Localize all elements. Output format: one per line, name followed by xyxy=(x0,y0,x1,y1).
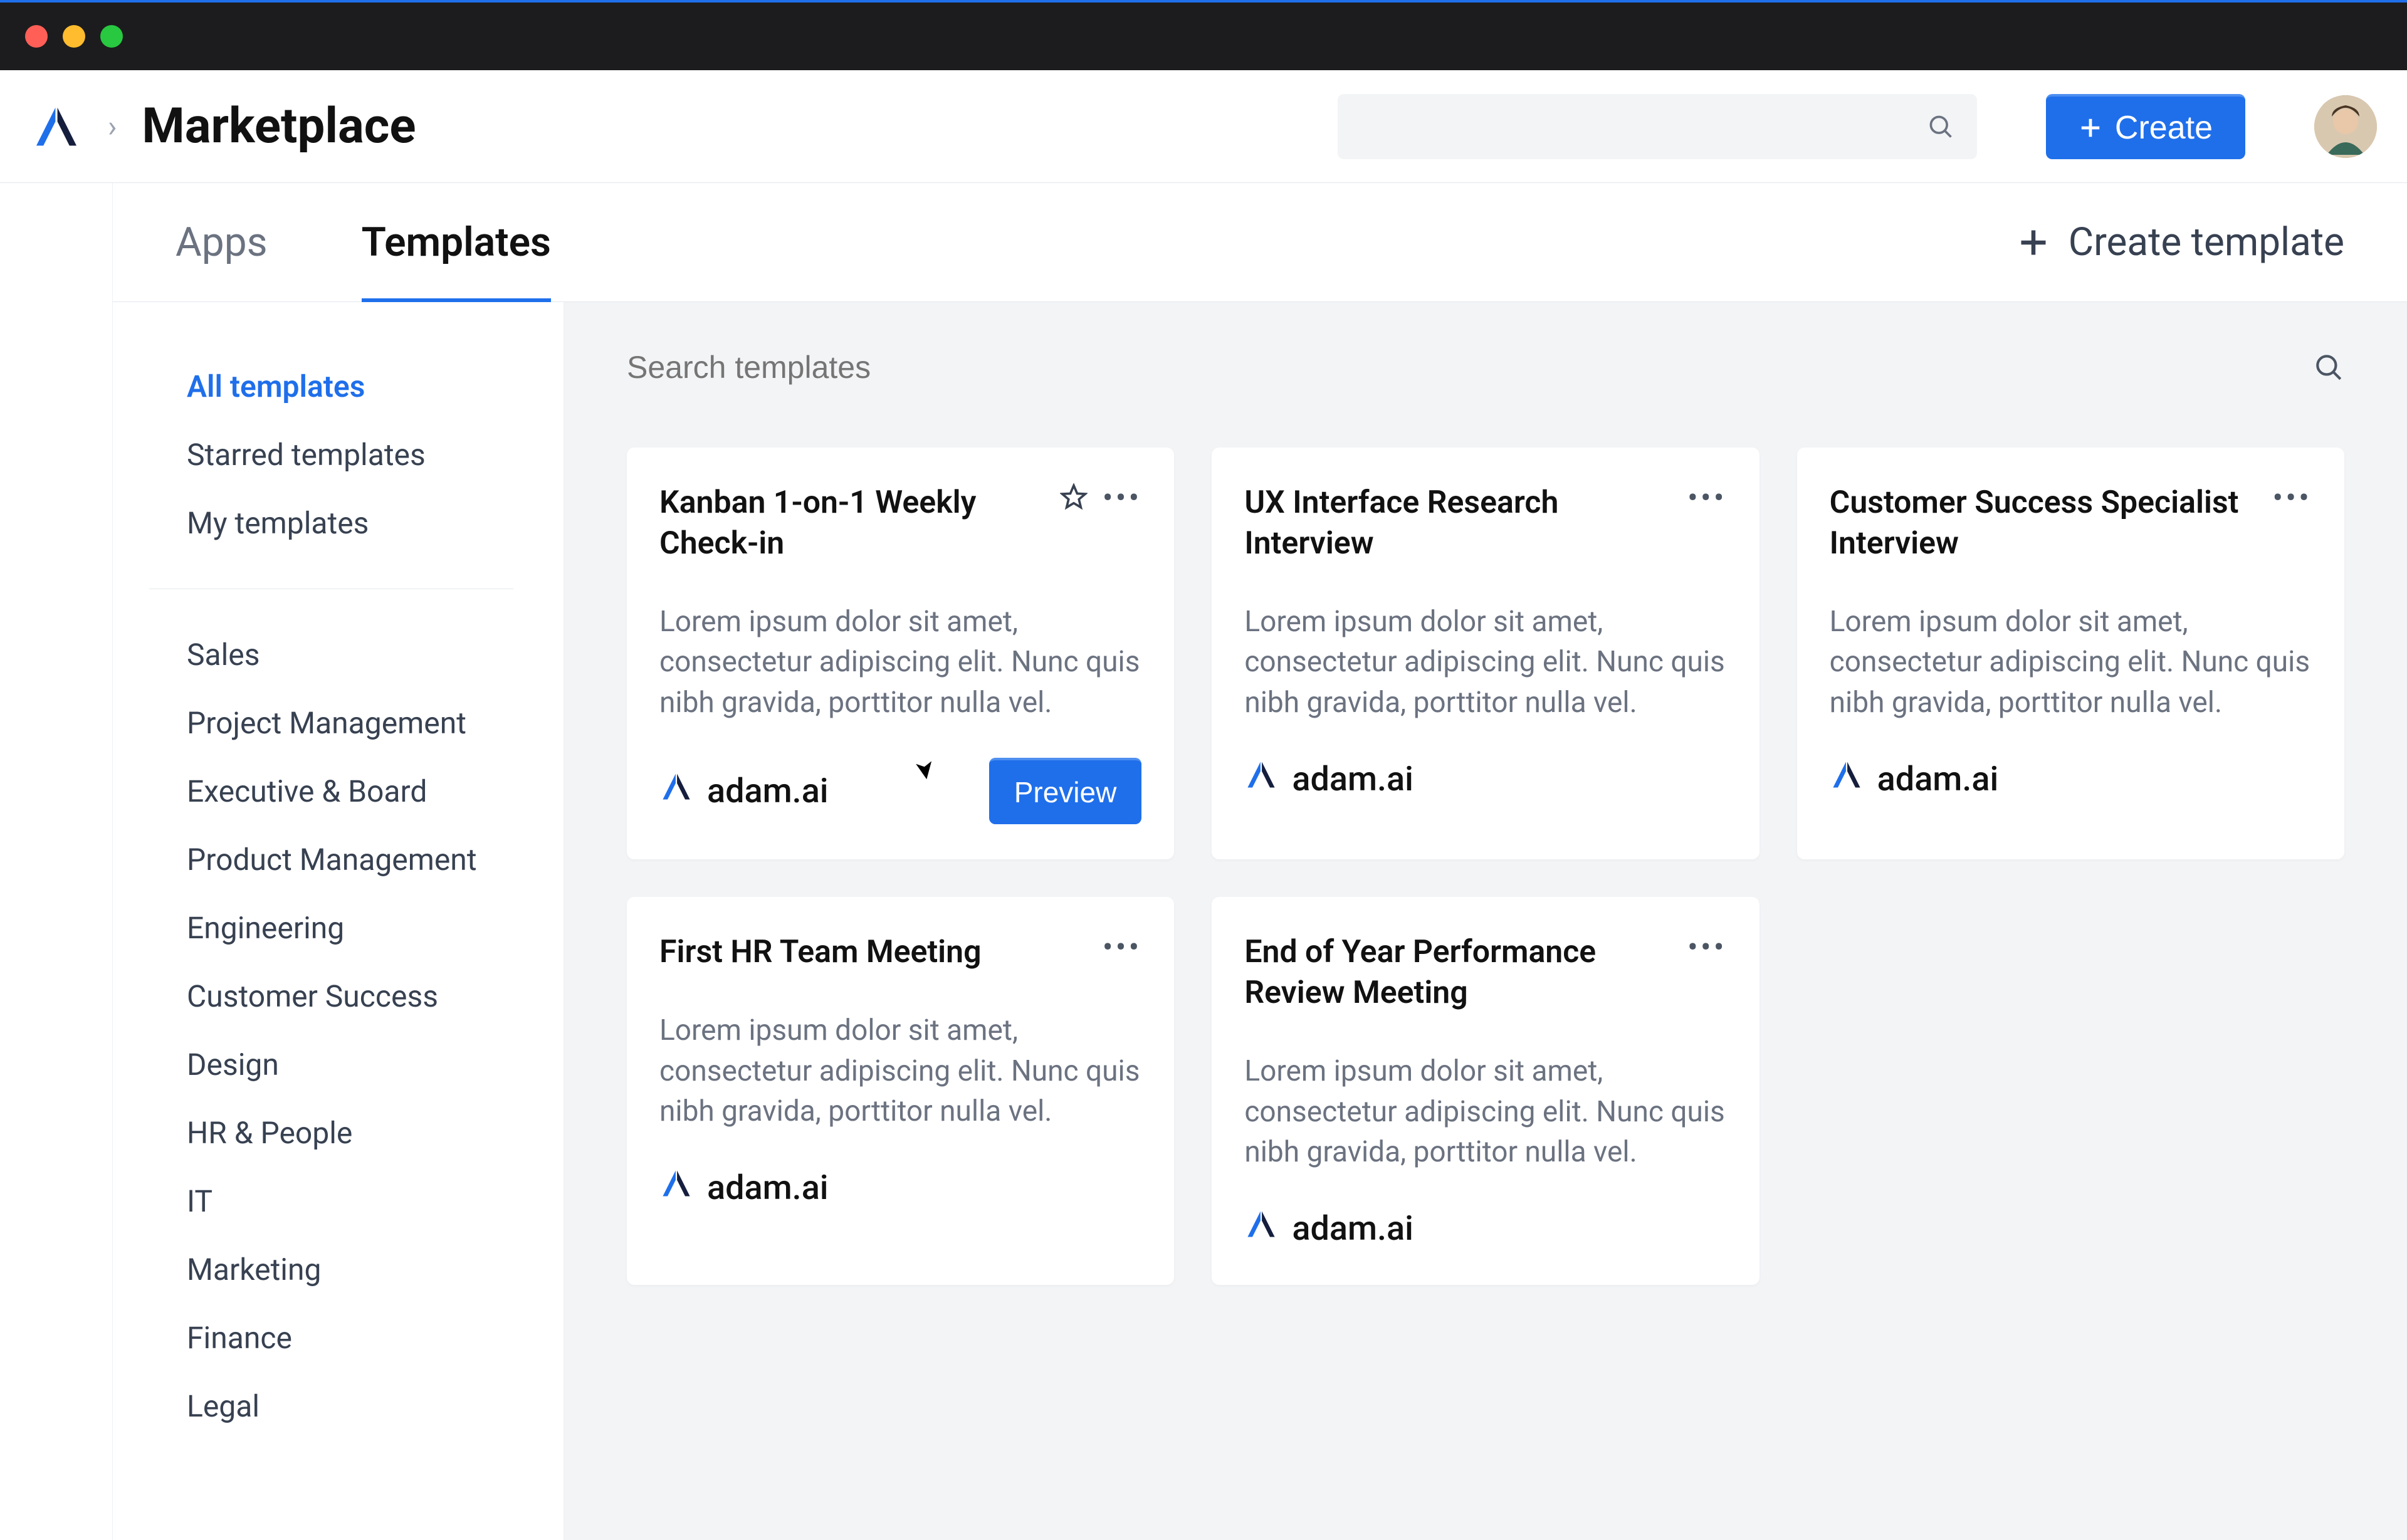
sidebar: All templatesStarred templatesMy templat… xyxy=(113,302,564,1540)
publisher-logo-icon xyxy=(1830,758,1864,800)
sidebar-category-legal[interactable]: Legal xyxy=(187,1372,545,1440)
avatar-icon xyxy=(2314,95,2377,158)
tabs: Apps Templates Create template xyxy=(113,183,2407,302)
sidebar-item-all-templates[interactable]: All templates xyxy=(187,352,545,421)
sidebar-category-finance[interactable]: Finance xyxy=(187,1304,545,1372)
publisher-name: adam.ai xyxy=(1292,760,1413,799)
search-icon xyxy=(2313,352,2344,383)
sidebar-item-my-templates[interactable]: My templates xyxy=(187,489,545,557)
template-card-description: Lorem ipsum dolor sit amet, consectetur … xyxy=(659,1010,1141,1131)
publisher-name: adam.ai xyxy=(707,1168,829,1208)
template-publisher: adam.ai xyxy=(1244,758,1413,800)
template-card[interactable]: Customer Success Specialist Interview•••… xyxy=(1797,448,2344,859)
more-options-icon[interactable]: ••• xyxy=(1103,483,1142,514)
template-card[interactable]: End of Year Performance Review Meeting••… xyxy=(1212,897,1759,1285)
template-card-description: Lorem ipsum dolor sit amet, consectetur … xyxy=(1244,602,1726,723)
close-window-button[interactable] xyxy=(25,25,48,48)
sidebar-item-starred-templates[interactable]: Starred templates xyxy=(187,421,545,489)
template-publisher: adam.ai xyxy=(659,1166,829,1209)
minimize-window-button[interactable] xyxy=(63,25,85,48)
search-icon xyxy=(1927,113,1954,140)
window-titlebar xyxy=(0,0,2407,70)
template-card-description: Lorem ipsum dolor sit amet, consectetur … xyxy=(1830,602,2312,723)
create-button[interactable]: Create xyxy=(2046,94,2245,159)
template-card[interactable]: Kanban 1-on-1 Weekly Check-in ••• Lorem ip… xyxy=(627,448,1174,859)
plus-icon xyxy=(2017,226,2050,259)
sidebar-category-marketing[interactable]: Marketing xyxy=(187,1235,545,1304)
create-template-label: Create template xyxy=(2069,219,2344,265)
template-card-title: End of Year Performance Review Meeting xyxy=(1244,932,1687,1014)
app-logo[interactable] xyxy=(30,100,83,153)
fullscreen-window-button[interactable] xyxy=(100,25,123,48)
sidebar-category-product-management[interactable]: Product Management xyxy=(187,825,545,894)
template-cards-grid: Kanban 1-on-1 Weekly Check-in ••• Lorem ip… xyxy=(627,448,2344,1285)
app-header: › Marketplace Create xyxy=(0,70,2407,183)
template-search-input[interactable] xyxy=(627,349,2313,385)
sidebar-category-hr-people[interactable]: HR & People xyxy=(187,1099,545,1167)
content-area: All templatesStarred templatesMy templat… xyxy=(113,302,2407,1540)
tab-templates[interactable]: Templates xyxy=(362,187,551,297)
template-card-title: Kanban 1-on-1 Weekly Check-in xyxy=(659,483,1060,564)
sidebar-category-project-management[interactable]: Project Management xyxy=(187,689,545,757)
publisher-name: adam.ai xyxy=(1292,1209,1413,1249)
more-options-icon[interactable]: ••• xyxy=(1103,932,1142,963)
template-card-title: Customer Success Specialist Interview xyxy=(1830,483,2273,564)
tab-apps[interactable]: Apps xyxy=(176,187,268,297)
sidebar-category-design[interactable]: Design xyxy=(187,1030,545,1099)
publisher-logo-icon xyxy=(1244,758,1278,800)
publisher-logo-icon xyxy=(659,1166,693,1209)
more-options-icon[interactable]: ••• xyxy=(1687,483,1727,514)
sidebar-category-engineering[interactable]: Engineering xyxy=(187,894,545,962)
user-avatar[interactable] xyxy=(2314,95,2377,158)
sidebar-category-executive-board[interactable]: Executive & Board xyxy=(187,757,545,825)
template-card-description: Lorem ipsum dolor sit amet, consectetur … xyxy=(659,602,1141,723)
template-card[interactable]: First HR Team Meeting••• Lorem ipsum dolo… xyxy=(627,897,1174,1285)
template-card[interactable]: UX Interface Research Interview••• Lorem … xyxy=(1212,448,1759,859)
more-options-icon[interactable]: ••• xyxy=(1687,932,1727,963)
template-publisher: adam.ai xyxy=(1244,1207,1413,1250)
page-title: Marketplace xyxy=(142,98,416,155)
template-publisher: adam.ai xyxy=(659,770,829,812)
more-options-icon[interactable]: ••• xyxy=(2272,483,2312,514)
app-left-rail xyxy=(0,183,113,1540)
main-panel: Kanban 1-on-1 Weekly Check-in ••• Lorem ip… xyxy=(564,302,2407,1540)
create-button-label: Create xyxy=(2115,109,2213,147)
template-card-description: Lorem ipsum dolor sit amet, consectetur … xyxy=(1244,1051,1726,1172)
plus-icon xyxy=(2079,116,2102,140)
breadcrumb-chevron-icon: › xyxy=(108,108,117,144)
star-icon[interactable] xyxy=(1060,483,1088,513)
publisher-logo-icon xyxy=(1244,1207,1278,1250)
global-search-input[interactable] xyxy=(1338,94,1977,159)
publisher-name: adam.ai xyxy=(707,772,829,811)
template-publisher: adam.ai xyxy=(1830,758,1999,800)
preview-button[interactable]: Preview xyxy=(989,758,1142,824)
publisher-name: adam.ai xyxy=(1877,760,1999,799)
template-search xyxy=(627,337,2344,397)
sidebar-category-sales[interactable]: Sales xyxy=(187,621,545,689)
template-card-title: UX Interface Research Interview xyxy=(1244,483,1687,564)
window-controls xyxy=(25,25,123,48)
publisher-logo-icon xyxy=(659,770,693,812)
sidebar-category-it[interactable]: IT xyxy=(187,1167,545,1235)
sidebar-category-customer-success[interactable]: Customer Success xyxy=(187,962,545,1030)
adam-logo-icon xyxy=(31,102,81,152)
create-template-button[interactable]: Create template xyxy=(2017,219,2344,265)
template-card-title: First HR Team Meeting xyxy=(659,932,1103,973)
